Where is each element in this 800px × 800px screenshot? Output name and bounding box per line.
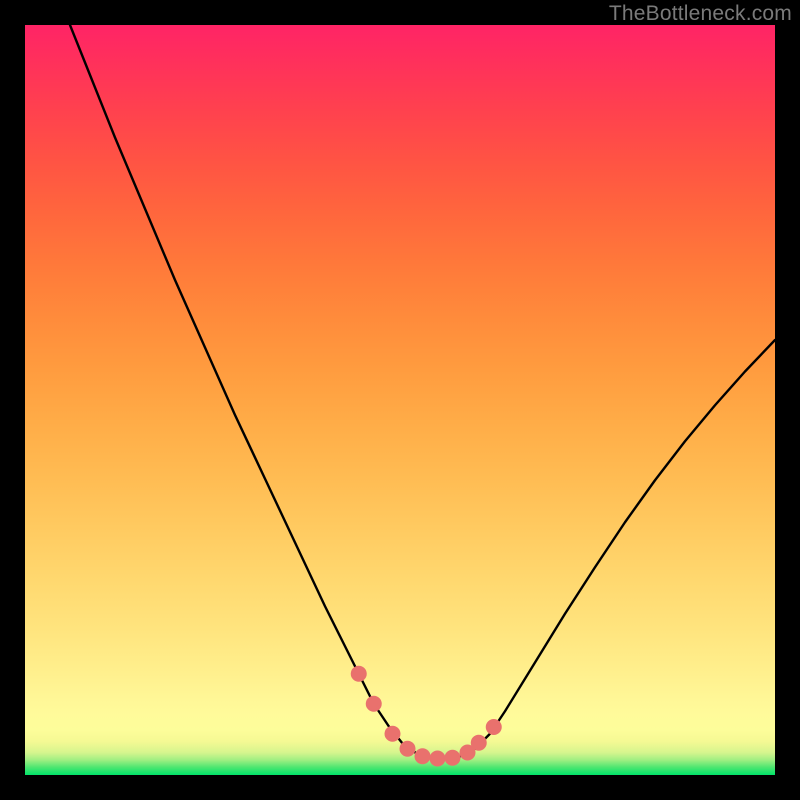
marker-dot — [445, 750, 461, 766]
marker-dot — [366, 696, 382, 712]
marker-dot — [385, 726, 401, 742]
marker-dot — [351, 666, 367, 682]
marker-dot — [400, 741, 416, 757]
marker-dot — [486, 719, 502, 735]
curve-layer — [25, 25, 775, 775]
bottleneck-curve — [70, 25, 775, 759]
watermark-text: TheBottleneck.com — [609, 2, 792, 26]
plot-area — [25, 25, 775, 775]
marker-dot — [471, 735, 487, 751]
chart-frame: TheBottleneck.com — [0, 0, 800, 800]
marker-dot — [430, 751, 446, 767]
marker-dot — [415, 748, 431, 764]
marker-dots — [351, 666, 502, 767]
